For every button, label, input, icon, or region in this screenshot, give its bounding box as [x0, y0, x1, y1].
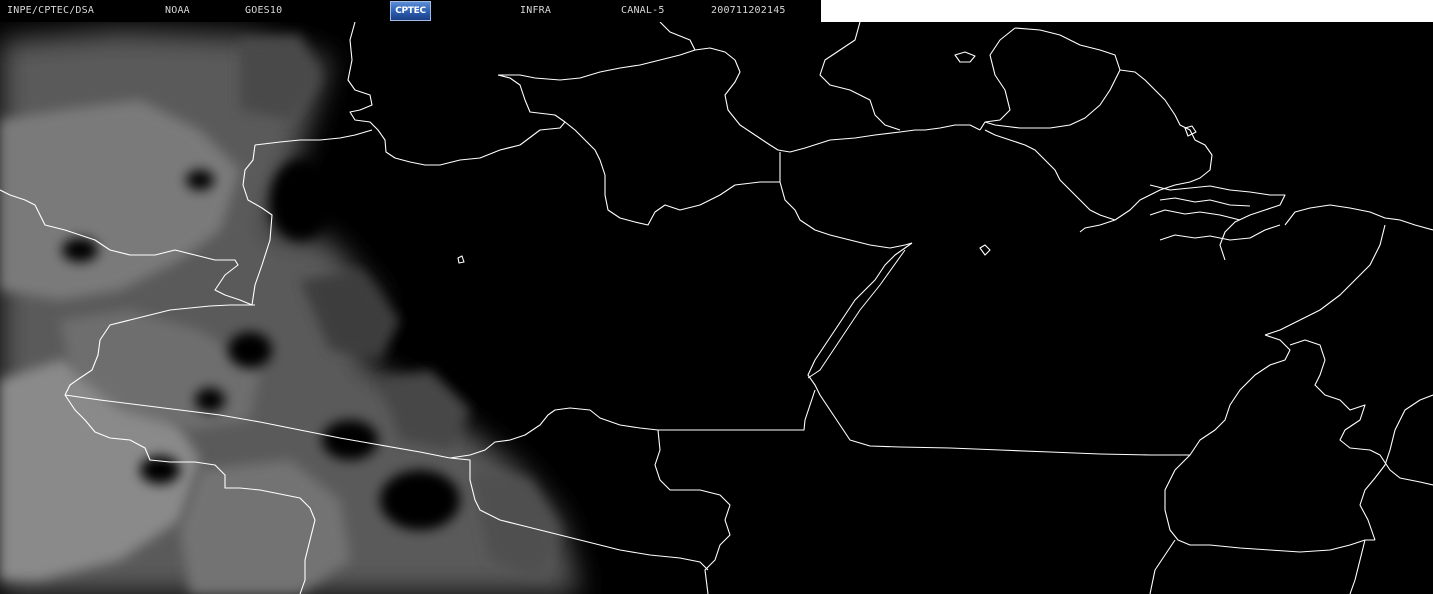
header-blank-area [821, 0, 1433, 22]
logo-text: CPTEC [395, 6, 426, 16]
band-label: INFRA [520, 5, 552, 16]
timestamp-label: 200711202145 [711, 5, 786, 16]
institution-label: INPE/CPTEC/DSA [7, 5, 95, 16]
graticule-line [807, 249, 906, 379]
satellite-image [0, 0, 1433, 594]
channel-label: CANAL-5 [621, 5, 665, 16]
header-bar: INPE/CPTEC/DSA NOAA GOES10 CPTEC INFRA C… [0, 0, 821, 22]
cloud-cover [0, 30, 580, 594]
satellite-label: GOES10 [245, 5, 283, 16]
agency-label: NOAA [165, 5, 190, 16]
cptec-logo-icon: CPTEC [390, 1, 431, 21]
